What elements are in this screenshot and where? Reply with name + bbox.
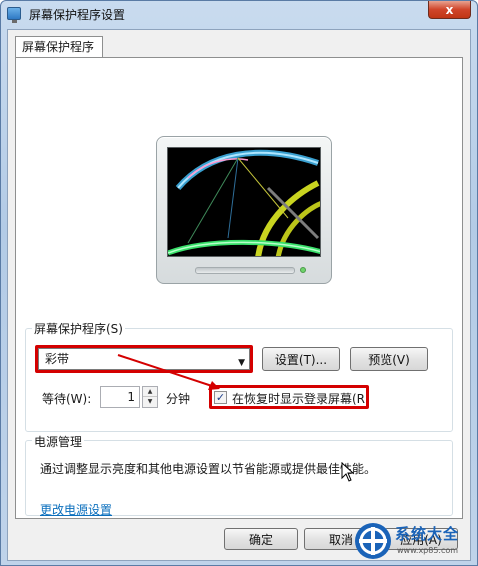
window-title: 屏幕保护程序设置 [29, 8, 126, 22]
tab-screensaver[interactable]: 屏幕保护程序 [15, 36, 103, 58]
watermark-logo-icon [355, 523, 391, 559]
site-watermark: 系统大全 www.xp85.com [351, 519, 471, 563]
monitor-preview [156, 136, 332, 284]
highlight-box-checkbox [209, 385, 369, 409]
ok-button[interactable]: 确定 [224, 528, 298, 550]
screensaver-group-label: 屏幕保护程序(S) [32, 320, 125, 337]
power-led-icon [300, 267, 306, 273]
ribbons-preview-graphic [168, 149, 320, 256]
power-group-label: 电源管理 [32, 433, 85, 450]
spin-down-icon[interactable]: ▼ [143, 397, 157, 407]
power-description: 通过调整显示亮度和其他电源设置以节省能源或提供最佳性能。 [40, 462, 377, 476]
watermark-text: 系统大全 [395, 525, 460, 543]
title-bar[interactable]: 屏幕保护程序设置 x [1, 1, 477, 27]
screensaver-settings-window: 屏幕保护程序设置 x 屏幕保护程序 屏幕保护程序(S) 彩带 ▼ 设置(T)..… [0, 0, 478, 566]
screensaver-group [25, 328, 453, 432]
preview-screen [167, 147, 321, 257]
monitor-icon [7, 7, 21, 23]
wait-label: 等待(W): [42, 392, 92, 406]
monitor-bezel-slot [195, 267, 295, 274]
watermark-url: www.xp85.com [397, 546, 459, 555]
close-button[interactable]: x [428, 1, 471, 19]
settings-button[interactable]: 设置(T)... [262, 347, 340, 371]
change-power-settings-link[interactable]: 更改电源设置 [40, 501, 112, 518]
dialog-client-area: 屏幕保护程序 屏幕保护程序(S) 彩带 ▼ 设置(T)... 预览(V) 等待(… [7, 29, 471, 561]
preview-button[interactable]: 预览(V) [350, 347, 428, 371]
tab-panel: 屏幕保护程序(S) 彩带 ▼ 设置(T)... 预览(V) 等待(W): 1 ▲… [15, 57, 463, 519]
mouse-cursor-icon [341, 462, 355, 482]
